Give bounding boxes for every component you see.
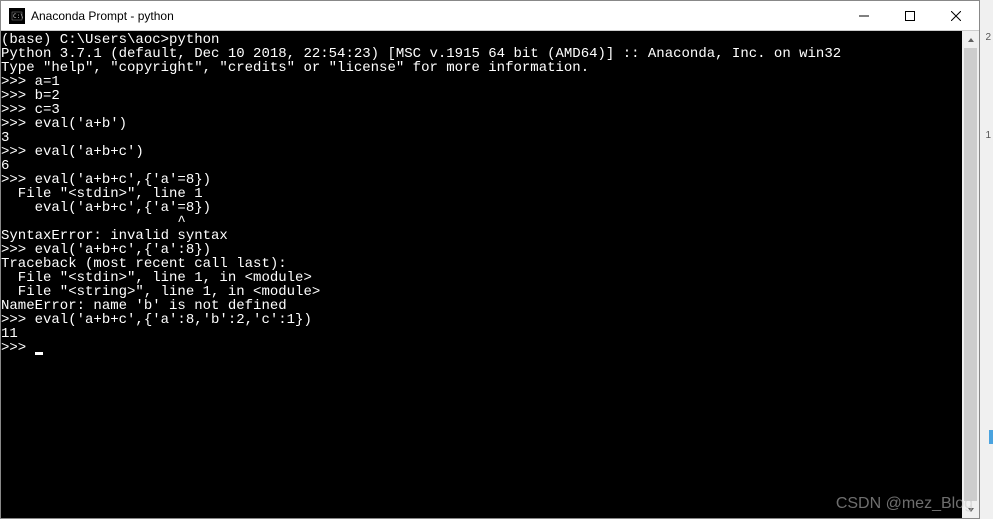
terminal-body: (base) C:\Users\aoc>pythonPython 3.7.1 (…	[1, 31, 979, 518]
terminal-line: 3	[1, 131, 962, 145]
terminal-line: >>> eval('a+b+c',{'a':8})	[1, 243, 962, 257]
terminal-output[interactable]: (base) C:\Users\aoc>pythonPython 3.7.1 (…	[1, 31, 962, 518]
terminal-line: File "<string>", line 1, in <module>	[1, 285, 962, 299]
window-controls	[841, 1, 979, 30]
terminal-line: >>> b=2	[1, 89, 962, 103]
close-button[interactable]	[933, 1, 979, 30]
edge-marker	[989, 430, 993, 444]
terminal-window: C:\ Anaconda Prompt - python (base) C:\U…	[0, 0, 980, 519]
terminal-line: 11	[1, 327, 962, 341]
terminal-line: >>> eval('a+b+c',{'a':8,'b':2,'c':1})	[1, 313, 962, 327]
terminal-line: Python 3.7.1 (default, Dec 10 2018, 22:5…	[1, 47, 962, 61]
scroll-track[interactable]	[962, 48, 979, 501]
titlebar: C:\ Anaconda Prompt - python	[1, 1, 979, 31]
svg-text:C:\: C:\	[13, 13, 23, 20]
terminal-line: SyntaxError: invalid syntax	[1, 229, 962, 243]
terminal-line: Type "help", "copyright", "credits" or "…	[1, 61, 962, 75]
edge-number: 1	[985, 130, 991, 141]
terminal-line: Traceback (most recent call last):	[1, 257, 962, 271]
scroll-down-button[interactable]	[962, 501, 979, 518]
terminal-line: (base) C:\Users\aoc>python	[1, 33, 962, 47]
terminal-line: >>>	[1, 341, 962, 355]
scroll-up-button[interactable]	[962, 31, 979, 48]
app-icon: C:\	[9, 8, 25, 24]
terminal-line: File "<stdin>", line 1	[1, 187, 962, 201]
page-edge-decoration: 2 1	[981, 0, 993, 519]
terminal-line: >>> a=1	[1, 75, 962, 89]
terminal-line: File "<stdin>", line 1, in <module>	[1, 271, 962, 285]
terminal-line: >>> eval('a+b')	[1, 117, 962, 131]
terminal-line: >>> eval('a+b+c')	[1, 145, 962, 159]
maximize-button[interactable]	[887, 1, 933, 30]
window-title: Anaconda Prompt - python	[31, 9, 841, 23]
cursor	[35, 352, 43, 355]
terminal-line: >>> eval('a+b+c',{'a'=8})	[1, 173, 962, 187]
terminal-line: NameError: name 'b' is not defined	[1, 299, 962, 313]
scrollbar[interactable]	[962, 31, 979, 518]
edge-number: 2	[985, 32, 991, 43]
scroll-thumb[interactable]	[964, 48, 977, 501]
terminal-line: >>> c=3	[1, 103, 962, 117]
terminal-line: eval('a+b+c',{'a'=8})	[1, 201, 962, 215]
terminal-line: ^	[1, 215, 962, 229]
minimize-button[interactable]	[841, 1, 887, 30]
terminal-line: 6	[1, 159, 962, 173]
